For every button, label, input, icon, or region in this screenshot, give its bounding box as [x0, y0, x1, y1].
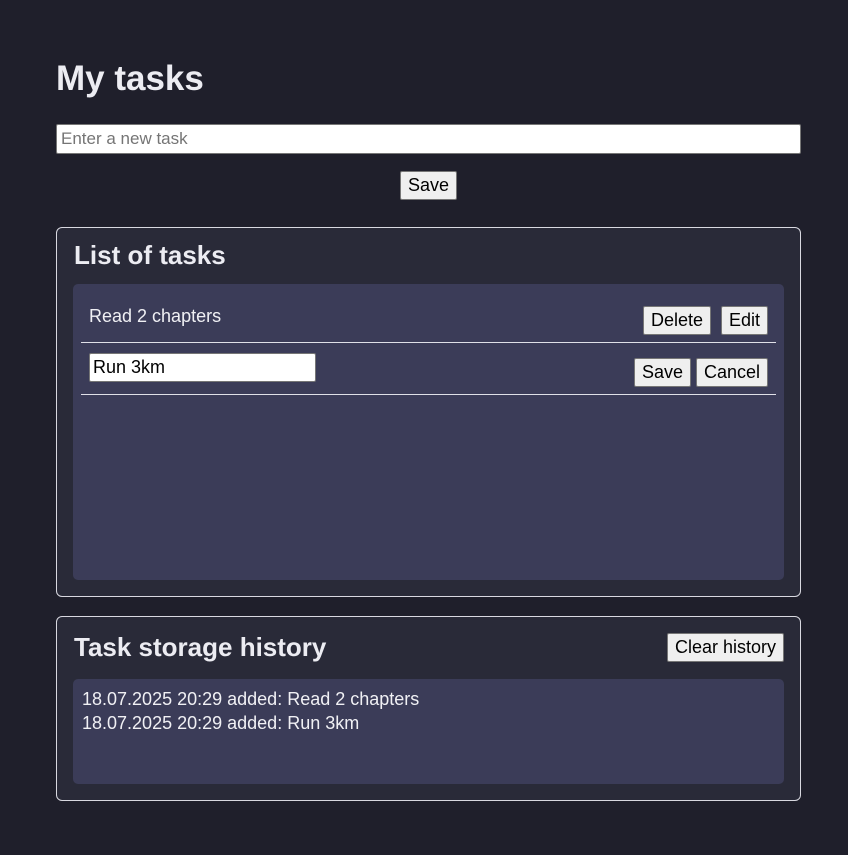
cancel-edit-button[interactable]: Cancel	[696, 358, 768, 387]
task-item-editing: Save Cancel	[81, 343, 776, 395]
save-edit-button[interactable]: Save	[634, 358, 691, 387]
task-item: Read 2 chapters Delete Edit	[81, 291, 776, 343]
task-list-title: List of tasks	[74, 240, 226, 270]
new-task-input[interactable]	[56, 124, 801, 154]
task-list: Read 2 chapters Delete Edit Save Cancel	[73, 284, 784, 580]
save-task-button[interactable]: Save	[400, 171, 457, 200]
page-title: My tasks	[56, 59, 204, 98]
task-list-panel: List of tasks Read 2 chapters Delete Edi…	[56, 227, 801, 597]
history-entry: 18.07.2025 20:29 added: Read 2 chapters	[82, 689, 420, 709]
delete-task-button[interactable]: Delete	[643, 306, 711, 335]
history-panel: Task storage history Clear history 18.07…	[56, 616, 801, 801]
edit-task-button[interactable]: Edit	[721, 306, 768, 335]
task-text: Read 2 chapters	[89, 306, 222, 326]
clear-history-button[interactable]: Clear history	[667, 633, 784, 662]
edit-task-input[interactable]	[89, 353, 316, 382]
history-entry: 18.07.2025 20:29 added: Run 3km	[82, 713, 360, 733]
history-list: 18.07.2025 20:29 added: Read 2 chapters …	[73, 679, 784, 784]
history-title: Task storage history	[74, 632, 327, 662]
